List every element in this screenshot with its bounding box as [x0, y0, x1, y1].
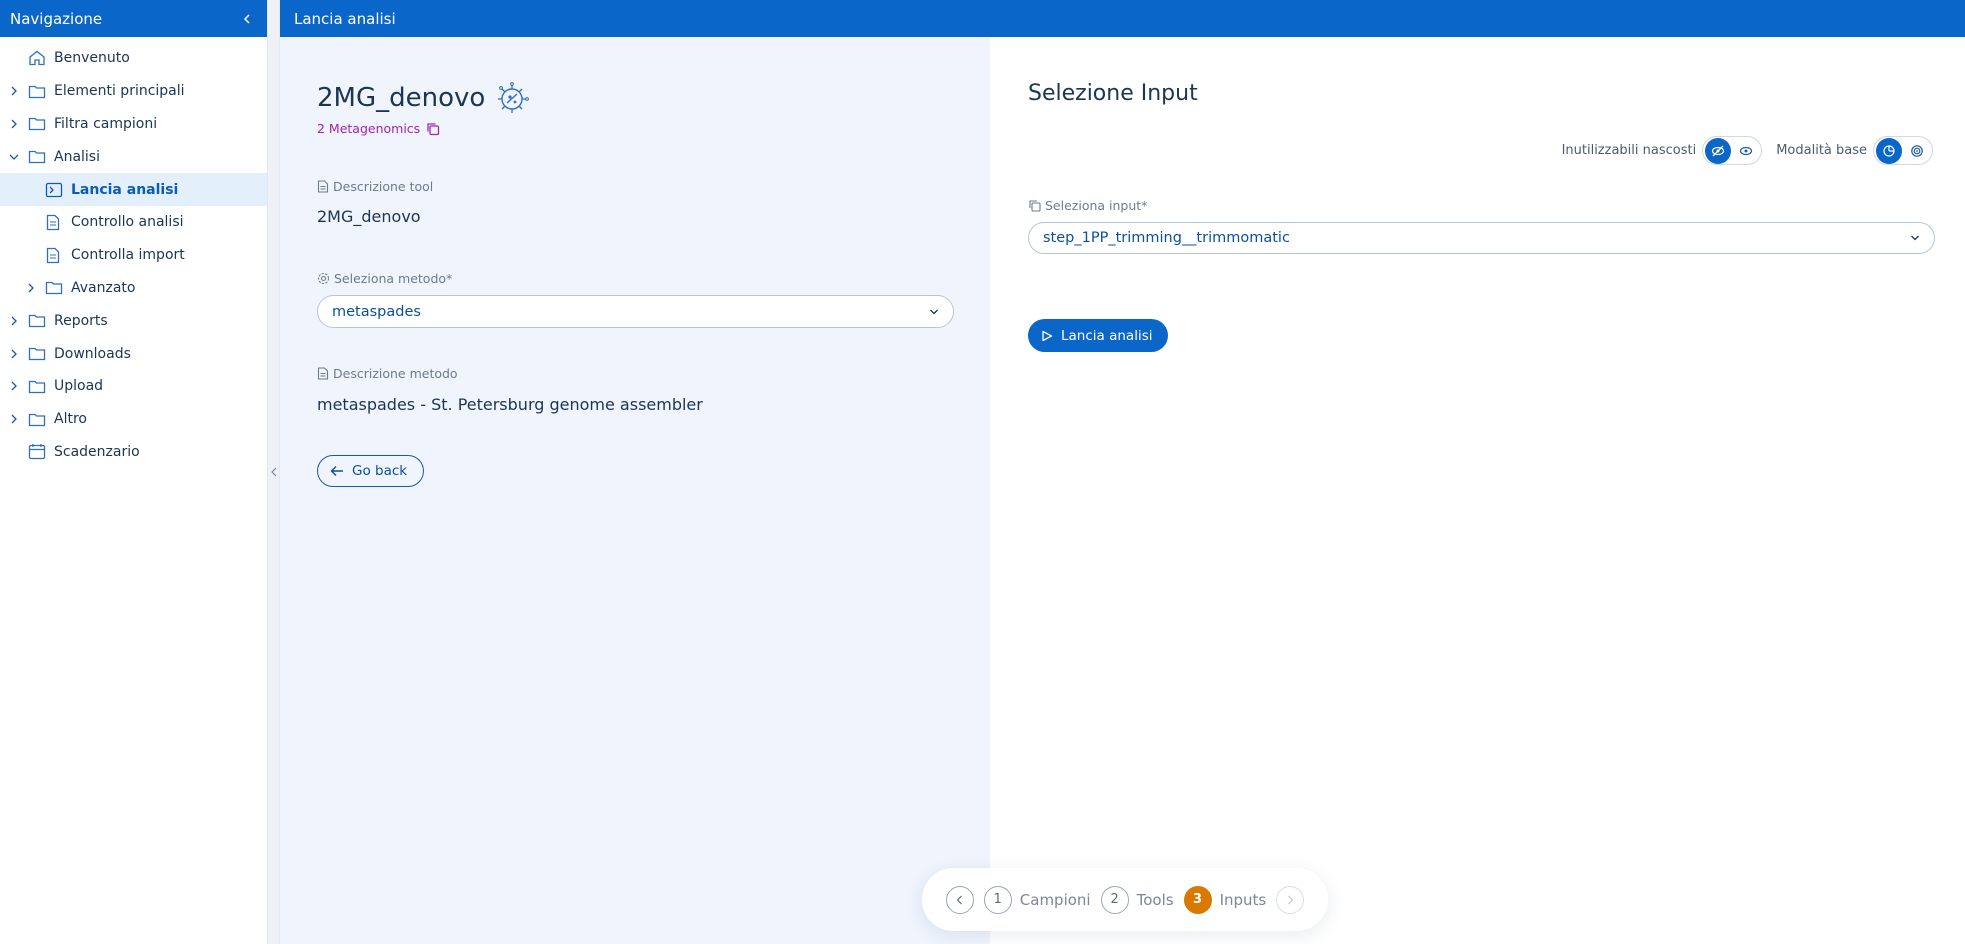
toggles-row: Inutilizzabili nascosti Modalità base: [1562, 136, 1933, 165]
chevron-down-icon: [929, 308, 939, 316]
go-back-button[interactable]: Go back: [317, 455, 425, 487]
arrow-left-icon: [330, 465, 344, 477]
folder-icon: [28, 116, 48, 131]
sidebar-title: Navigazione: [10, 9, 103, 28]
folder-icon: [28, 379, 48, 394]
gear-icon: [317, 272, 330, 285]
method-select[interactable]: metaspades: [317, 295, 954, 328]
eye-off-icon[interactable]: [1705, 137, 1732, 164]
chevron-left-icon: [956, 895, 963, 904]
document-icon: [317, 367, 329, 380]
page-title: Lancia analisi: [294, 9, 396, 28]
tool-category: 2 Metagenomics: [317, 121, 440, 136]
sidebar-item-altro[interactable]: Altro: [0, 403, 267, 436]
sidebar-item-lancia-analisi[interactable]: Lancia analisi: [0, 173, 267, 206]
play-icon: [1041, 330, 1053, 342]
chevron-right-icon: [8, 316, 20, 326]
copy-icon: [1028, 199, 1041, 212]
folder-icon: [28, 412, 48, 427]
input-select-label: Seleziona input*: [1028, 198, 1147, 213]
input-panel: Selezione Input Inutilizzabili nascosti …: [990, 37, 1965, 944]
calendar-icon: [28, 443, 48, 460]
step-tools[interactable]: 2 Tools: [1100, 885, 1174, 914]
folder-icon: [28, 313, 48, 328]
chevron-right-icon: [25, 283, 37, 293]
step-campioni[interactable]: 1 Campioni: [983, 885, 1091, 914]
document-icon: [317, 180, 329, 193]
input-title: Selezione Input: [1028, 81, 1198, 106]
home-icon: [28, 50, 48, 66]
top-bar: Lancia analisi: [280, 0, 1965, 37]
chevron-left-icon: [270, 467, 276, 477]
sidebar-item-scadenzario[interactable]: Scadenzario: [0, 436, 267, 469]
tool-description-label: Descrizione tool: [317, 179, 433, 194]
eye-icon[interactable]: [1733, 138, 1759, 164]
basic-mode-toggle-group: Modalità base: [1776, 136, 1933, 165]
wizard-stepper: 1 Campioni 2 Tools 3 Inputs: [922, 868, 1328, 931]
bacteria-icon: [493, 79, 531, 117]
chevron-right-icon: [8, 349, 20, 359]
tool-panel: 2MG_denovo 2 Metagenomics Descrizione to…: [280, 37, 990, 944]
basic-mode-toggle[interactable]: [1873, 136, 1933, 165]
chevron-right-icon: [8, 119, 20, 129]
sidebar-item-reports[interactable]: Reports: [0, 304, 267, 337]
document-icon: [45, 247, 65, 264]
hidden-unusable-toggle-group: Inutilizzabili nascosti: [1562, 136, 1763, 165]
chevron-down-icon: [8, 153, 20, 161]
sidebar-item-controlla-import[interactable]: Controlla import: [0, 239, 267, 272]
chevron-right-icon: [1287, 895, 1294, 904]
sidebar-header: Navigazione: [0, 0, 267, 37]
document-icon: [45, 214, 65, 231]
stepper-prev-button[interactable]: [945, 885, 974, 914]
tool-title: 2MG_denovo: [317, 79, 531, 117]
sidebar-item-downloads[interactable]: Downloads: [0, 337, 267, 370]
chevron-right-icon: [8, 86, 20, 96]
folder-icon: [28, 84, 48, 99]
sidebar-item-upload[interactable]: Upload: [0, 370, 267, 403]
sidebar-item-controllo-analisi[interactable]: Controllo analisi: [0, 206, 267, 239]
method-description: metaspades - St. Petersburg genome assem…: [317, 395, 703, 414]
hidden-unusable-toggle[interactable]: [1702, 136, 1763, 165]
sidebar: Navigazione Benvenuto Elementi principal…: [0, 0, 268, 944]
pie-chart-icon[interactable]: [1876, 137, 1902, 164]
sidebar-item-analisi[interactable]: Analisi: [0, 140, 267, 173]
sidebar-resize-handle[interactable]: [268, 0, 280, 944]
chevron-right-icon: [8, 414, 20, 424]
sidebar-item-filtra-campioni[interactable]: Filtra campioni: [0, 108, 267, 141]
terminal-icon: [45, 182, 65, 198]
sidebar-item-elementi-principali[interactable]: Elementi principali: [0, 75, 267, 108]
stepper-next-button[interactable]: [1276, 885, 1305, 914]
folder-icon: [28, 346, 48, 361]
method-description-label: Descrizione metodo: [317, 366, 458, 381]
chevron-down-icon: [1910, 234, 1920, 242]
folder-icon: [28, 149, 48, 164]
sidebar-item-avanzato[interactable]: Avanzato: [0, 272, 267, 305]
launch-analysis-button[interactable]: Lancia analisi: [1028, 319, 1169, 352]
copy-icon[interactable]: [426, 122, 440, 136]
step-inputs[interactable]: 3 Inputs: [1183, 885, 1266, 914]
sidebar-collapse-icon[interactable]: [241, 13, 253, 25]
sidebar-item-benvenuto[interactable]: Benvenuto: [0, 42, 267, 75]
chevron-right-icon: [8, 381, 20, 391]
method-label: Seleziona metodo*: [317, 271, 452, 286]
folder-icon: [45, 280, 65, 295]
input-select[interactable]: step_1PP_trimming__trimmomatic: [1028, 222, 1935, 254]
sidebar-list: Benvenuto Elementi principali Filtra cam…: [0, 37, 267, 468]
tool-description: 2MG_denovo: [317, 207, 421, 226]
target-icon[interactable]: [1904, 138, 1930, 164]
